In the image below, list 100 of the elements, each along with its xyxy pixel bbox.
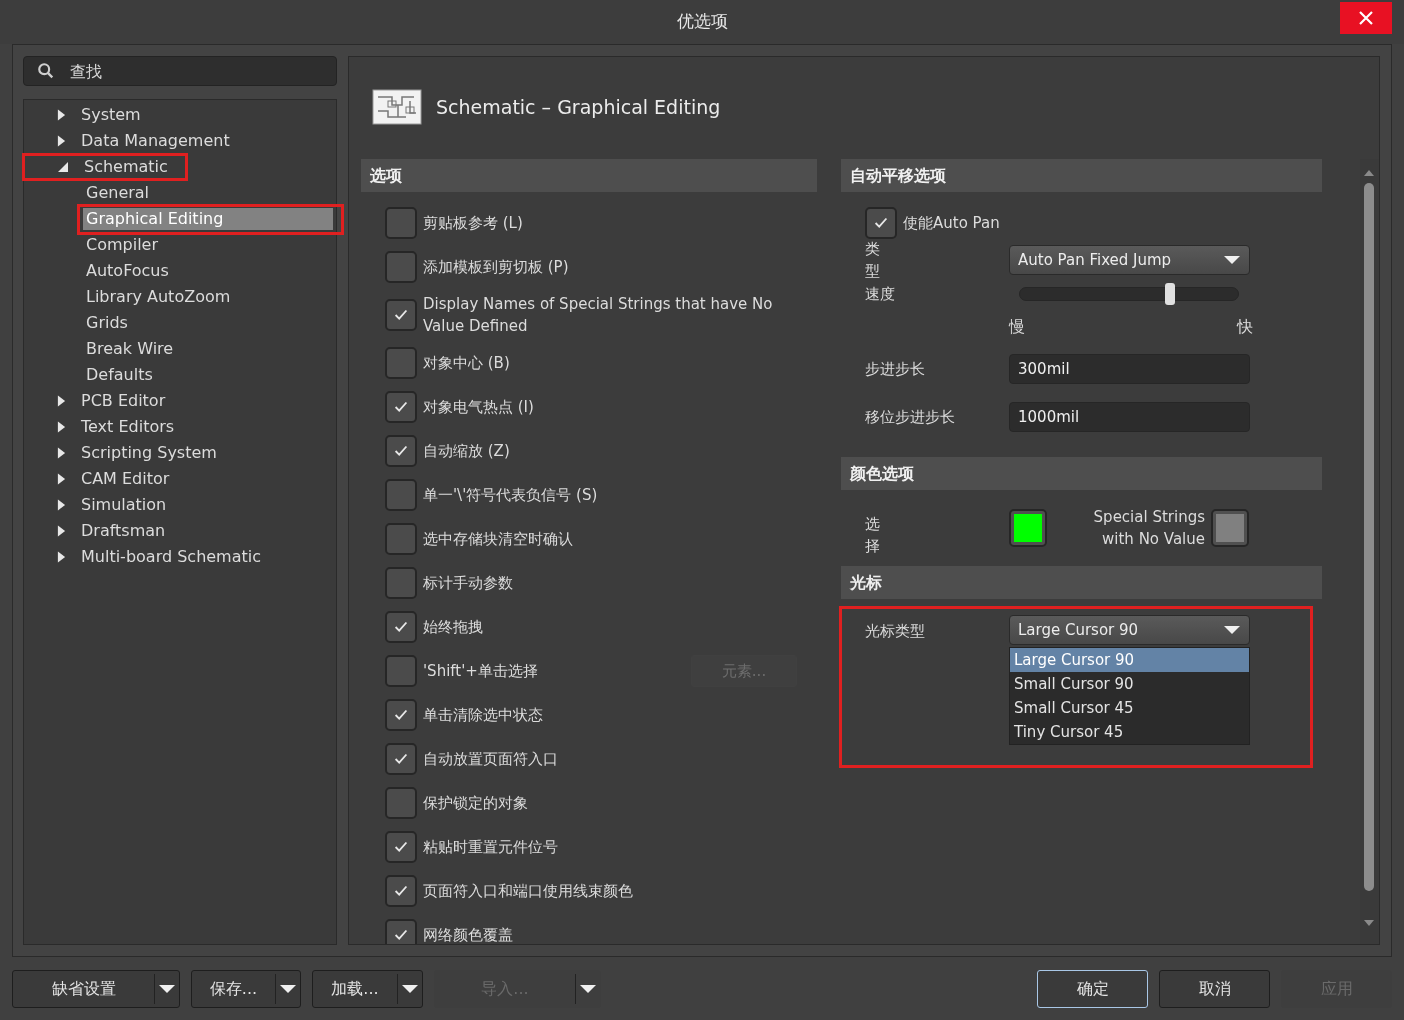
checkbox[interactable] [385,787,417,819]
checkbox[interactable] [385,567,417,599]
checkbox[interactable] [385,743,417,775]
checkbox[interactable] [385,875,417,907]
scroll-up-icon [1363,169,1376,177]
caret-icon [279,983,297,994]
collapsed-arrow-icon[interactable] [57,524,66,538]
option-label: 单一'\'符号代表负信号 (S) [423,485,599,506]
cursor-type-dropdown[interactable]: Large Cursor 90 [1009,615,1250,645]
tree-item[interactable]: Simulation [78,494,170,516]
tree-item[interactable]: CAM Editor [78,468,173,490]
checkbox[interactable] [385,611,417,643]
tree-item[interactable]: Data Management [78,130,233,152]
tree-item[interactable]: AutoFocus [83,260,172,282]
checkbox[interactable] [385,479,417,511]
tree-item[interactable]: Grids [83,312,131,334]
checkbox[interactable] [385,699,417,731]
checkbox[interactable] [385,919,417,944]
checkbox[interactable] [385,655,417,687]
collapsed-arrow-icon[interactable] [57,394,66,408]
option-label: 页面符入口和端口使用线束颜色 [423,881,634,902]
cancel-button[interactable]: 取消 [1159,969,1270,1008]
tree-item[interactable]: Text Editors [78,416,178,438]
tree-item[interactable]: System [78,104,144,126]
checkbox[interactable] [385,347,417,379]
scroll-down-icon [1363,919,1376,927]
collapsed-arrow-icon[interactable] [57,420,66,434]
collapsed-arrow-icon[interactable] [57,472,66,486]
type-dropdown[interactable]: Auto Pan Fixed Jump [1009,245,1250,275]
section-title: 选项 [370,164,402,187]
option-label: Display Names of Special Strings that have No Value Defined [423,294,774,337]
step-size-field[interactable]: 300mil [1009,354,1250,384]
field-label: 选择 [865,513,880,557]
close-icon [1358,10,1374,26]
option-label: 使能Auto Pan [903,212,1000,234]
slider-thumb[interactable] [1164,283,1175,305]
collapsed-arrow-icon[interactable] [57,550,66,564]
field-label: Special Strings with No Value [1093,507,1205,550]
split-button[interactable]: 缺省设置 [12,969,180,1008]
section-title: 光标 [850,571,882,594]
tree-item[interactable]: Break Wire [83,338,177,360]
schematic-document-icon [372,89,422,125]
checkbox[interactable] [385,251,417,283]
collapsed-arrow-icon[interactable] [57,134,66,148]
tree-item[interactable]: PCB Editor [78,390,169,412]
slow-label: 慢 [1009,316,1025,338]
split-button[interactable]: 保存... [191,969,301,1008]
option-label: 标计手动参数 [423,573,514,594]
shift-step-field[interactable]: 1000mil [1009,402,1250,432]
menu-item[interactable]: Large Cursor 90 [1010,648,1249,672]
ok-button[interactable]: 确定 [1037,969,1148,1008]
search-icon [37,62,55,80]
caret-icon [579,983,597,994]
checkbox[interactable] [385,435,417,467]
tree-item[interactable]: Multi-board Schematic [78,546,264,568]
option-label: 剪贴板参考 (L) [423,213,524,234]
collapsed-arrow-icon[interactable] [57,108,66,122]
tree-item[interactable]: Draftsman [78,520,169,542]
menu-item[interactable]: Tiny Cursor 45 [1010,720,1249,744]
checkbox[interactable] [865,207,897,239]
tree-item[interactable]: Compiler [83,234,161,256]
expanded-arrow-icon[interactable] [57,161,69,173]
checkbox[interactable] [385,391,417,423]
checkbox[interactable] [385,299,417,331]
menu-item[interactable]: Small Cursor 90 [1010,672,1249,696]
field-label: 类型 [865,238,880,282]
option-label: 保护锁定的对象 [423,793,529,814]
checkbox[interactable] [385,207,417,239]
checkbox[interactable] [385,523,417,555]
option-label: 自动缩放 (Z) [423,441,511,462]
checkbox[interactable] [385,831,417,863]
option-label: 始终拖拽 [423,617,484,638]
menu-item[interactable]: Small Cursor 45 [1010,696,1249,720]
dropdown-value: Auto Pan Fixed Jump [1018,249,1172,271]
field-label: 移位步进步长 [865,406,955,428]
option-label: 单击清除选中状态 [423,705,544,726]
option-label: 对象电气热点 (I) [423,397,535,418]
section-title: 自动平移选项 [850,164,946,187]
field-label: 步进步长 [865,358,925,380]
caret-icon [158,983,176,994]
tree-item[interactable]: Schematic [81,156,171,178]
collapsed-arrow-icon[interactable] [57,498,66,512]
dropdown-value: Large Cursor 90 [1018,619,1139,641]
collapsed-arrow-icon[interactable] [57,446,66,460]
option-label: 粘贴时重置元件位号 [423,837,559,858]
caret-icon [1223,255,1241,265]
option-label: 网络颜色覆盖 [423,925,514,944]
option-label: 对象中心 (B) [423,353,511,374]
option-label: 'Shift'+单击选择 [423,661,539,682]
tree-item[interactable]: Graphical Editing [83,208,333,230]
tree-item[interactable]: Library AutoZoom [83,286,234,308]
page-title: Schematic – Graphical Editing [436,95,721,120]
scroll-thumb[interactable] [1364,183,1375,891]
tree-item[interactable]: Defaults [83,364,156,386]
search-field[interactable]: 查找 [23,56,337,86]
tree-item[interactable]: General [83,182,153,204]
field-label: 光标类型 [865,622,925,640]
split-button[interactable]: 加载... [312,969,423,1008]
close-button[interactable] [1340,2,1392,34]
tree-item[interactable]: Scripting System [78,442,220,464]
